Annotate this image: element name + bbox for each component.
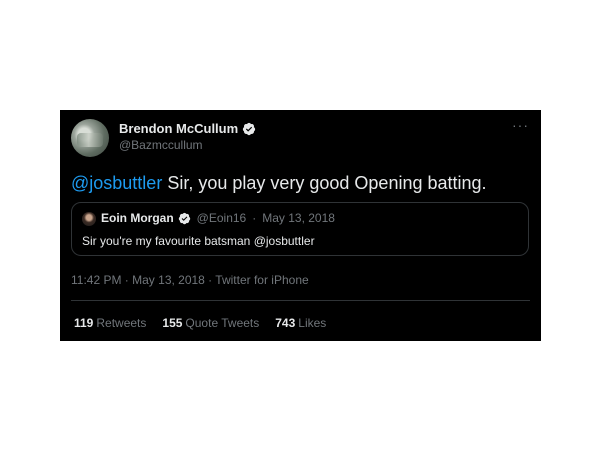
quote-tweets-label: Quote Tweets bbox=[185, 316, 260, 330]
tweet-card: Brendon McCullum @Bazmccullum ··· @josbu… bbox=[60, 110, 541, 341]
tweet-stats: 119 Retweets 155 Quote Tweets 743 Likes bbox=[74, 316, 326, 330]
tweet-timestamp[interactable]: 11:42 PM · May 13, 2018 · Twitter for iP… bbox=[71, 273, 309, 287]
quoted-date[interactable]: May 13, 2018 bbox=[262, 211, 335, 225]
author-name-row: Brendon McCullum bbox=[119, 121, 256, 136]
quoted-tweet-text: Sir you're my favourite batsman @josbutt… bbox=[82, 234, 315, 248]
quoted-author-handle[interactable]: @Eoin16 bbox=[197, 211, 247, 225]
tweet-text: @josbuttler Sir, you play very good Open… bbox=[71, 173, 487, 194]
mention-link[interactable]: @josbuttler bbox=[71, 173, 162, 193]
verified-badge-icon bbox=[243, 122, 256, 135]
quoted-author-avatar[interactable] bbox=[82, 212, 96, 226]
retweets-stat[interactable]: 119 Retweets bbox=[74, 316, 146, 330]
quote-tweets-stat[interactable]: 155 Quote Tweets bbox=[162, 316, 259, 330]
quoted-separator: · bbox=[252, 211, 257, 225]
quote-tweets-count: 155 bbox=[162, 316, 183, 330]
likes-stat[interactable]: 743 Likes bbox=[275, 316, 326, 330]
retweets-count: 119 bbox=[74, 316, 94, 330]
divider bbox=[71, 300, 530, 301]
likes-count: 743 bbox=[275, 316, 296, 330]
more-options-icon[interactable]: ··· bbox=[512, 118, 529, 132]
retweets-label: Retweets bbox=[96, 316, 147, 330]
quoted-author-row: Eoin Morgan @Eoin16 · May 13, 2018 bbox=[101, 211, 335, 225]
verified-badge-icon bbox=[178, 212, 190, 224]
author-avatar[interactable] bbox=[71, 119, 109, 157]
tweet-body-text: Sir, you play very good Opening batting. bbox=[162, 173, 487, 193]
author-handle[interactable]: @Bazmccullum bbox=[119, 138, 203, 152]
likes-label: Likes bbox=[298, 316, 327, 330]
author-display-name[interactable]: Brendon McCullum bbox=[119, 121, 238, 136]
quoted-tweet[interactable]: Eoin Morgan @Eoin16 · May 13, 2018 Sir y… bbox=[71, 202, 529, 256]
quoted-author-name[interactable]: Eoin Morgan bbox=[101, 211, 174, 225]
